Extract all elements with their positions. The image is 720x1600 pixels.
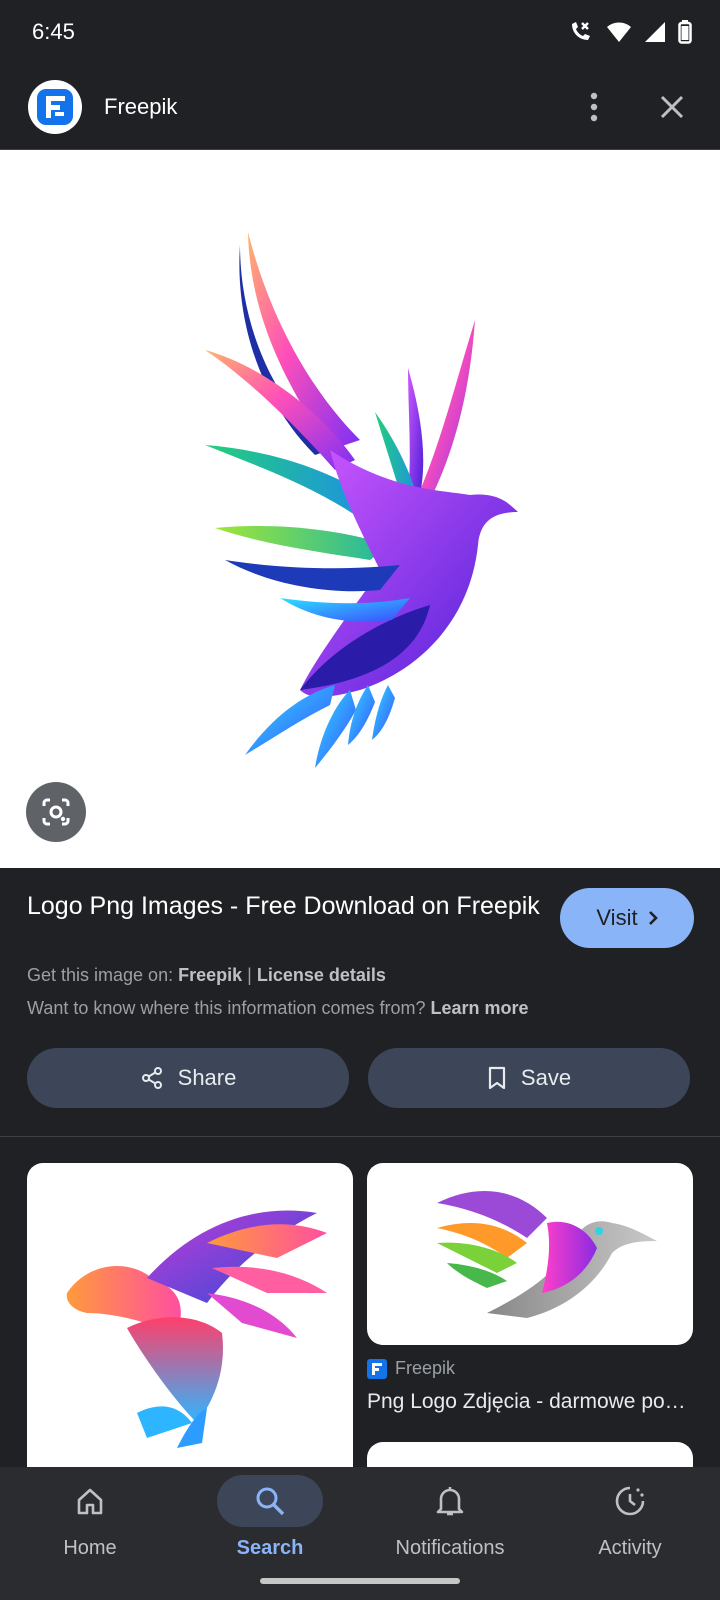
save-button[interactable]: Save — [368, 1048, 690, 1108]
home-icon — [37, 1475, 143, 1527]
close-icon[interactable] — [648, 83, 696, 131]
status-icons — [568, 20, 692, 44]
result-title[interactable]: Logo Png Images - Free Download on Freep… — [27, 890, 547, 923]
wifi-icon — [606, 21, 632, 43]
related-title-2[interactable]: Png Logo Zdjęcia - darmowe pobieranie na… — [367, 1390, 687, 1414]
bell-icon — [397, 1475, 503, 1527]
site-name[interactable]: Freepik — [104, 94, 540, 120]
nav-notifications-label: Notifications — [395, 1537, 505, 1559]
nav-home-label: Home — [63, 1537, 117, 1559]
related-result-card-1[interactable] — [27, 1163, 353, 1483]
history-icon — [577, 1475, 683, 1527]
source-header: Freepik — [0, 64, 720, 150]
gesture-home-indicator[interactable] — [260, 1578, 460, 1584]
lens-icon — [42, 798, 70, 826]
nav-notifications[interactable]: Notifications — [360, 1467, 540, 1577]
save-label: Save — [520, 1065, 572, 1090]
share-label: Share — [177, 1065, 237, 1090]
related-bird-image-2 — [437, 1191, 657, 1318]
related-result-card-2[interactable] — [367, 1163, 693, 1345]
bird-logo-image — [205, 232, 518, 768]
chevron-right-icon — [648, 911, 658, 925]
status-time: 6:45 — [32, 19, 75, 44]
nav-activity-label: Activity — [598, 1537, 662, 1559]
wifi-calling-icon — [568, 20, 594, 44]
share-button[interactable]: Share — [27, 1048, 349, 1108]
battery-icon — [678, 20, 692, 44]
license-details-link[interactable]: License details — [257, 965, 386, 985]
freepik-favicon-icon — [367, 1358, 387, 1379]
lens-search-button[interactable] — [26, 782, 86, 842]
search-icon — [217, 1475, 323, 1527]
source-link[interactable]: Freepik — [178, 965, 242, 985]
related-bird-image-1 — [66, 1210, 327, 1448]
related-source-2[interactable]: Freepik — [367, 1358, 455, 1379]
nav-search[interactable]: Search — [180, 1467, 360, 1577]
related-source-name: Freepik — [395, 1358, 456, 1378]
share-icon — [141, 1067, 162, 1089]
learn-more-link[interactable]: Learn more — [431, 998, 529, 1018]
bookmark-icon — [488, 1066, 506, 1090]
freepik-logo-icon[interactable] — [28, 79, 82, 134]
visit-label: Visit — [596, 905, 638, 930]
more-vert-icon[interactable] — [570, 83, 618, 131]
get-image-line: Get this image on: Freepik | License det… — [27, 965, 386, 985]
signal-icon — [644, 21, 666, 43]
nav-activity[interactable]: Activity — [540, 1467, 720, 1577]
info-source-line: Want to know where this information come… — [27, 998, 529, 1018]
section-divider — [0, 1136, 720, 1137]
visit-button[interactable]: Visit — [560, 888, 694, 948]
nav-home[interactable]: Home — [0, 1467, 180, 1577]
result-image[interactable] — [0, 150, 720, 868]
nav-search-label: Search — [236, 1537, 304, 1559]
status-bar: 6:45 — [0, 0, 720, 64]
